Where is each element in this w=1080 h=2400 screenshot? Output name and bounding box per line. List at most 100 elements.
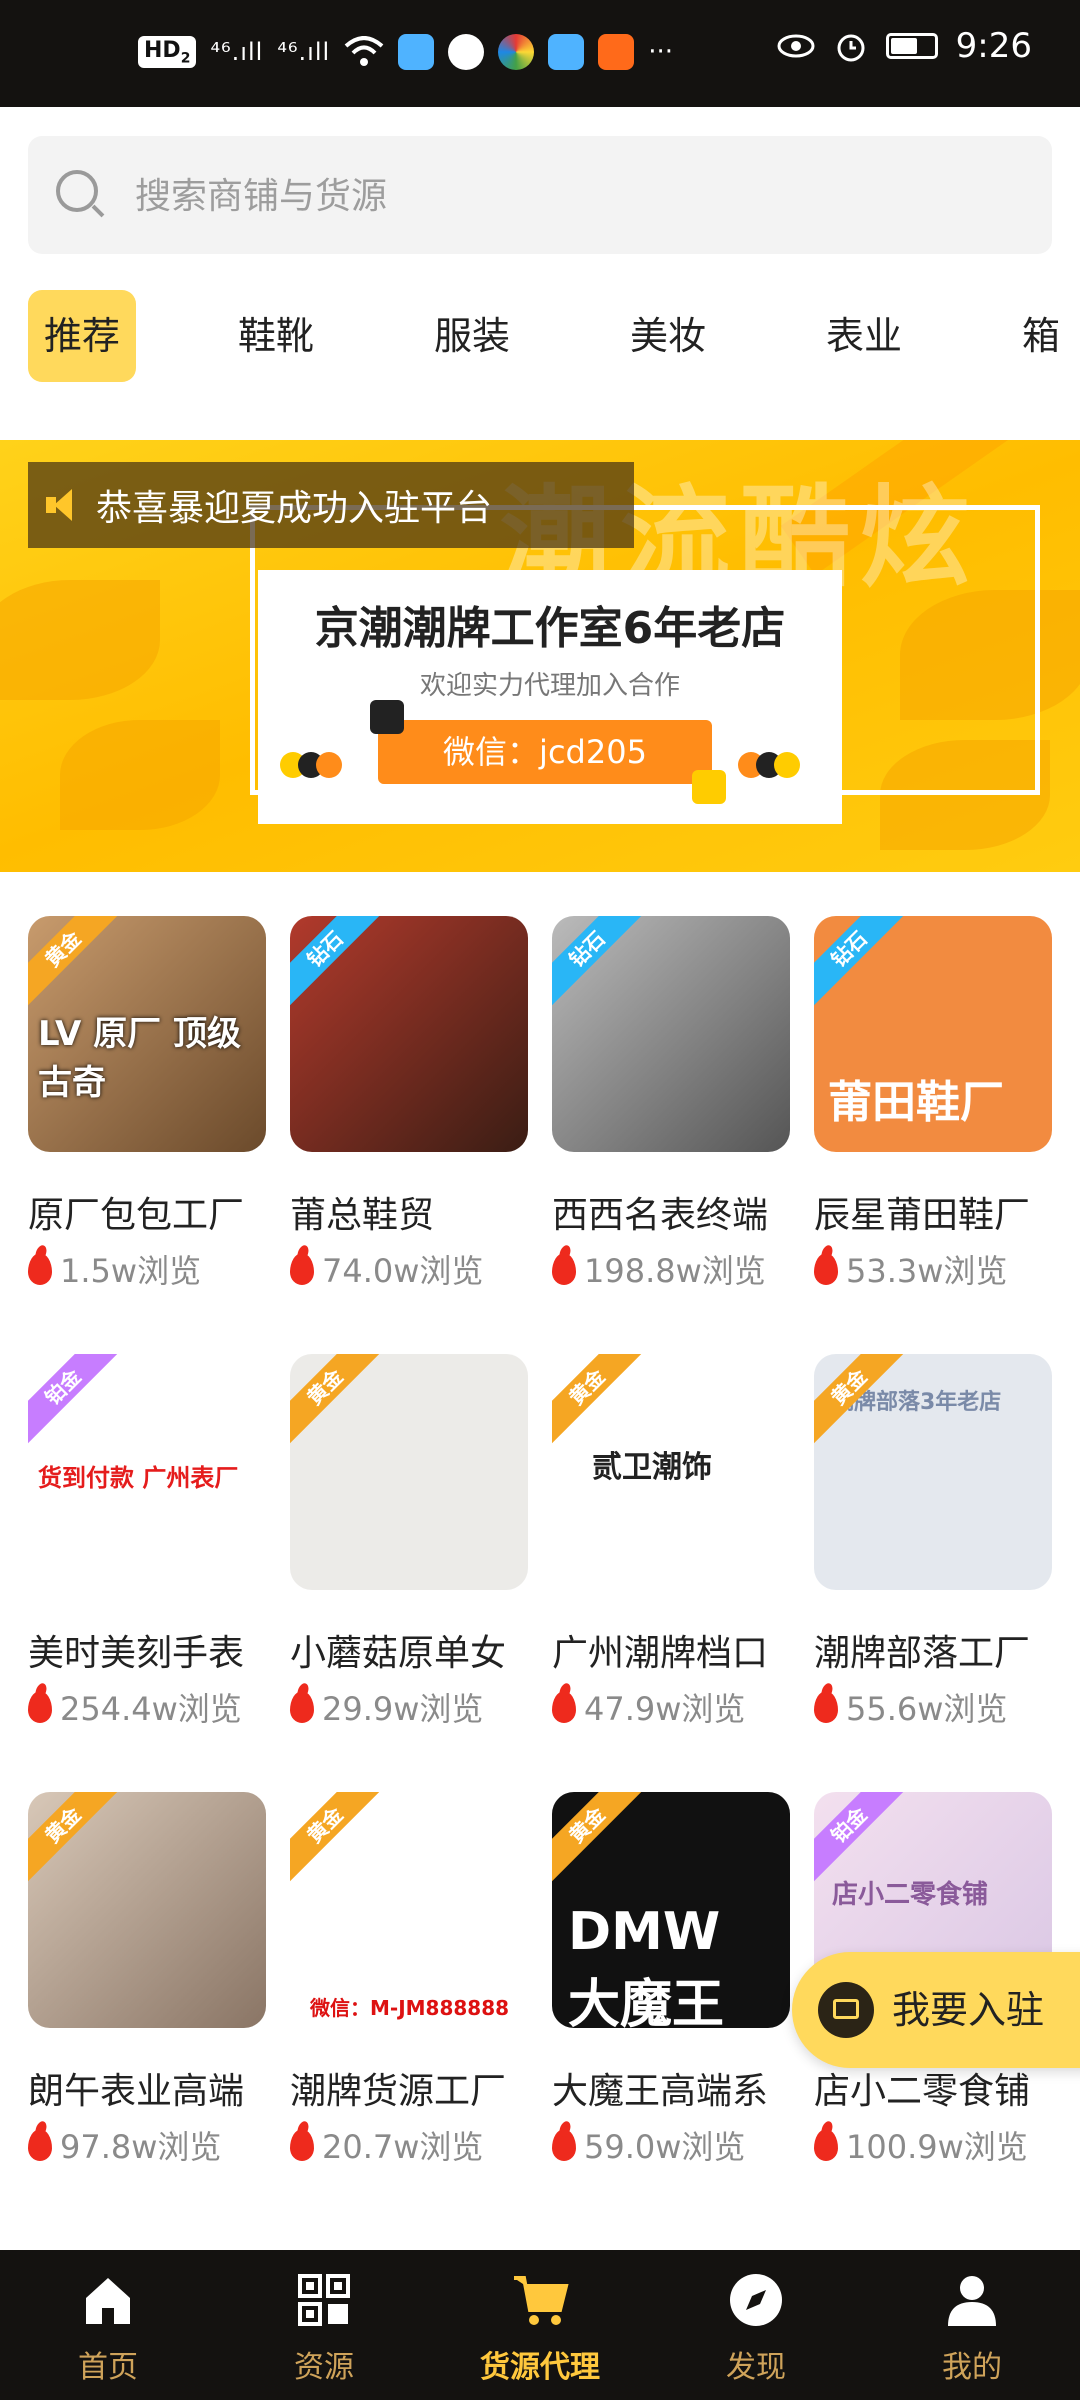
flame-icon	[814, 1691, 838, 1723]
tier-badge: 铂金	[28, 1354, 120, 1444]
app-notification-icon	[398, 34, 435, 70]
shop-views: 198.8w浏览	[552, 1246, 766, 1292]
hd-voice-icon: HD2	[138, 35, 197, 69]
shop-thumbnail: 货到付款 广州表厂 铂金	[28, 1354, 266, 1590]
tier-badge: 钻石	[552, 916, 644, 1006]
shop-views: 20.7w浏览	[290, 2122, 483, 2168]
search-bar[interactable]	[28, 136, 1052, 256]
deco-square	[692, 770, 726, 804]
compass-icon	[730, 2274, 782, 2326]
banner-card: 京潮潮牌工作室6年老店 欢迎实力代理加入合作 微信：jcd205	[258, 570, 842, 824]
shop-name: 潮牌货源工厂	[290, 2071, 507, 2112]
tab-shoes[interactable]: 鞋靴	[238, 290, 314, 382]
thumbnail-text: 店小二零食铺	[832, 1880, 989, 1910]
views-count: 29.9w浏览	[322, 1690, 484, 1728]
flame-icon	[28, 1253, 52, 1285]
tab-sourcing-agent[interactable]: 货源代理	[432, 2250, 648, 2400]
shop-name: 店小二零食铺	[814, 2071, 1031, 2112]
status-right: 9:26	[776, 26, 1032, 66]
tier-badge: 黄金	[28, 916, 120, 1006]
signal-icon: ⁴⁶.ıll	[210, 38, 264, 66]
thumbnail-text: 贰卫潮饰	[592, 1450, 712, 1485]
alarm-icon	[837, 34, 865, 62]
views-count: 59.0w浏览	[584, 2128, 746, 2166]
flame-icon	[814, 1253, 838, 1285]
views-count: 53.3w浏览	[846, 1252, 1008, 1290]
user-icon	[948, 2276, 996, 2326]
shop-thumbnail: 莆田鞋厂 钻石	[814, 916, 1052, 1152]
notice-text: 恭喜暴迎夏成功入驻平台	[96, 488, 493, 529]
flame-icon	[814, 2129, 838, 2161]
signal-icon-2: ⁴⁶.ıll	[277, 38, 331, 66]
tab-home[interactable]: 首页	[0, 2250, 216, 2400]
tier-badge: 黄金	[552, 1792, 644, 1882]
thumbnail-text: 莆田鞋厂	[828, 1077, 1004, 1128]
shop-views: 254.4w浏览	[28, 1684, 242, 1730]
wifi-icon	[344, 36, 384, 66]
clock: 9:26	[955, 26, 1032, 66]
shop-name: 广州潮牌档口	[552, 1633, 769, 1674]
status-left: HD2 ⁴⁶.ıll ⁴⁶.ıll ···	[138, 34, 673, 70]
shop-views: 47.9w浏览	[552, 1684, 745, 1730]
tier-badge: 钻石	[290, 916, 382, 1006]
shop-thumbnail: 黄金	[28, 1792, 266, 2028]
shop-views: 53.3w浏览	[814, 1246, 1007, 1292]
shop-name: 原厂包包工厂	[28, 1195, 245, 1236]
bottom-tab-bar: 首页 资源 货源代理 发现 我的	[0, 2250, 1080, 2400]
views-count: 74.0w浏览	[322, 1252, 484, 1290]
tab-resources[interactable]: 资源	[216, 2250, 432, 2400]
shop-views: 29.9w浏览	[290, 1684, 483, 1730]
shop-name: 朗午表业高端	[28, 2071, 245, 2112]
more-notifications-icon: ···	[648, 37, 673, 67]
app-notification-icon-2	[548, 34, 585, 70]
tab-label: 发现	[726, 2350, 786, 2385]
flame-icon	[28, 1691, 52, 1723]
home-icon	[86, 2278, 130, 2324]
battery-icon	[885, 33, 938, 59]
shop-name: 莆总鞋贸	[290, 1195, 435, 1236]
join-button[interactable]: 我要入驻	[792, 1952, 1080, 2068]
views-count: 97.8w浏览	[60, 2128, 222, 2166]
tier-badge: 钻石	[814, 916, 906, 1006]
shop-views: 55.6w浏览	[814, 1684, 1007, 1730]
shop-views: 74.0w浏览	[290, 1246, 483, 1292]
tab-label: 资源	[294, 2350, 354, 2385]
join-notice: 恭喜暴迎夏成功入驻平台	[28, 462, 634, 548]
tab-bags[interactable]: 箱	[1022, 290, 1060, 382]
views-count: 254.4w浏览	[60, 1690, 242, 1728]
views-count: 100.9w浏览	[846, 2128, 1028, 2166]
shop-thumbnail: 贰卫潮饰 黄金	[552, 1354, 790, 1590]
thumbnail-text: LV 原厂 顶级 古奇	[38, 1014, 241, 1103]
shop-views: 1.5w浏览	[28, 1246, 201, 1292]
tab-cosmetics[interactable]: 美妆	[630, 290, 706, 382]
tier-badge: 黄金	[28, 1792, 120, 1882]
shop-views: 59.0w浏览	[552, 2122, 745, 2168]
flame-icon	[290, 2129, 314, 2161]
shop-name: 小蘑菇原单女	[290, 1633, 507, 1674]
views-count: 20.7w浏览	[322, 2128, 484, 2166]
banner-subtitle: 欢迎实力代理加入合作	[419, 671, 680, 701]
tab-watches[interactable]: 表业	[826, 290, 902, 382]
tab-recommended[interactable]: 推荐	[28, 290, 137, 382]
join-label: 我要入驻	[892, 1988, 1045, 2032]
tab-clothing[interactable]: 服装	[434, 290, 510, 382]
message-icon	[448, 34, 485, 70]
wechat-button: 微信：jcd205	[378, 720, 712, 784]
tab-discover[interactable]: 发现	[648, 2250, 864, 2400]
flame-icon	[552, 1253, 576, 1285]
speaker-icon	[44, 485, 84, 525]
deco-dot	[316, 752, 342, 778]
tab-mine[interactable]: 我的	[864, 2250, 1080, 2400]
eye-icon	[777, 34, 815, 58]
views-count: 198.8w浏览	[584, 1252, 766, 1290]
promo-banner[interactable]: 潮流酷炫 恭喜暴迎夏成功入驻平台 京潮潮牌工作室6年老店 欢迎实力代理加入合作 …	[0, 440, 1080, 872]
tab-label: 首页	[78, 2350, 138, 2385]
shop-name: 大魔王高端系	[552, 2071, 769, 2112]
category-tabs: 推荐 鞋靴 服装 美妆 表业 箱	[0, 290, 1080, 382]
flame-icon	[28, 2129, 52, 2161]
search-input[interactable]	[133, 136, 1017, 256]
flame-icon	[552, 2129, 576, 2161]
tab-label: 我的	[942, 2350, 1002, 2385]
flame-icon	[290, 1691, 314, 1723]
shop-views: 97.8w浏览	[28, 2122, 221, 2168]
